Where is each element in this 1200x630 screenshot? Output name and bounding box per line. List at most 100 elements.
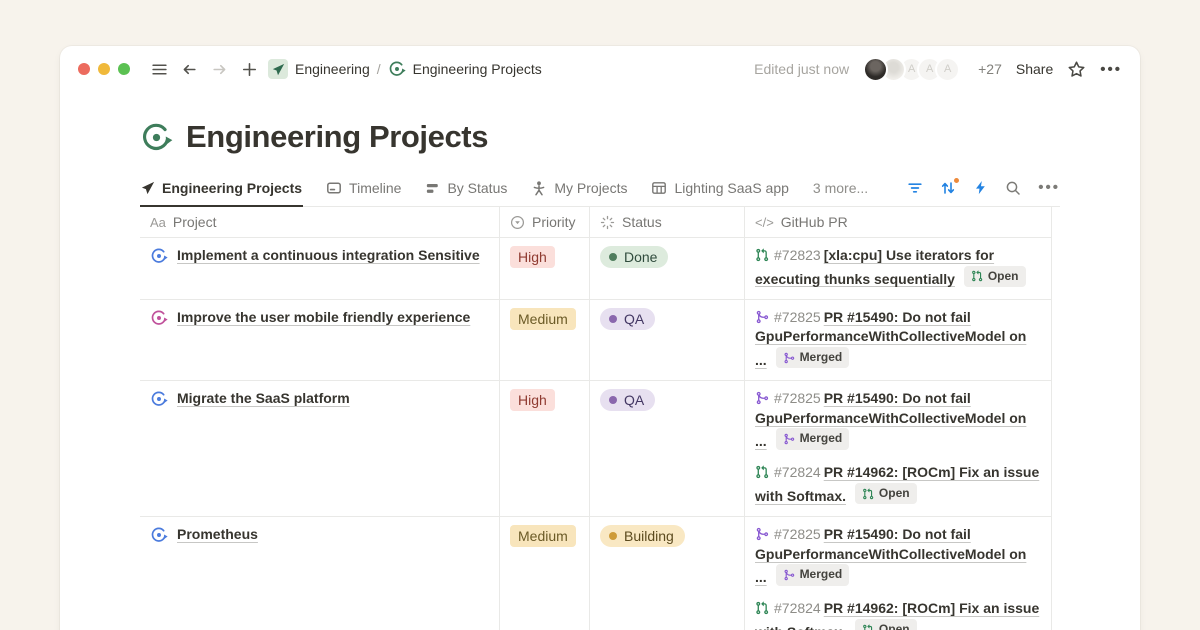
column-header-project[interactable]: Aa Project <box>140 207 500 237</box>
priority-pill[interactable]: High <box>510 389 555 411</box>
pull-request-open-icon <box>755 465 769 479</box>
status-cell[interactable]: QA <box>590 381 745 516</box>
tab-label: By Status <box>447 180 507 196</box>
traffic-light-close[interactable] <box>78 63 90 75</box>
table-row: Prometheus Medium Building #72825PR #154… <box>140 517 1052 630</box>
pr-state-badge: Open <box>855 619 917 630</box>
record-icon <box>150 526 168 544</box>
git-merge-icon <box>755 391 769 405</box>
record-icon <box>150 309 168 327</box>
column-header-github-pr[interactable]: </> GitHub PR <box>745 207 1052 237</box>
forward-icon[interactable] <box>211 61 228 78</box>
status-pill[interactable]: Done <box>600 246 668 268</box>
person-icon <box>531 180 547 196</box>
tab-engineering-projects[interactable]: Engineering Projects <box>140 175 303 207</box>
breadcrumb-teamspace[interactable]: Engineering <box>295 61 370 77</box>
status-pill[interactable]: QA <box>600 308 655 330</box>
avatar[interactable]: A <box>935 57 960 82</box>
git-merge-icon <box>755 527 769 541</box>
view-more-icon[interactable]: ••• <box>1038 179 1060 196</box>
record-icon <box>150 247 168 265</box>
search-icon[interactable] <box>1005 180 1021 196</box>
pull-request-open-icon <box>862 488 874 500</box>
database-record-icon <box>140 121 173 154</box>
project-link[interactable]: Implement a continuous integration Sensi… <box>177 246 480 265</box>
github-pr-cell[interactable]: #72825PR #15490: Do not fail GpuPerforma… <box>745 517 1052 630</box>
status-cell[interactable]: Done <box>590 238 745 299</box>
edited-status: Edited just now <box>754 61 849 77</box>
status-dot <box>609 532 617 540</box>
project-cell[interactable]: Prometheus <box>140 517 500 630</box>
priority-pill[interactable]: High <box>510 246 555 268</box>
pr-number: #72825 <box>774 309 821 325</box>
dart-icon <box>141 181 155 195</box>
pr-entry: #72824PR #14962: [ROCm] Fix an issue wit… <box>755 463 1041 506</box>
pr-state-label: Merged <box>800 348 843 368</box>
project-cell[interactable]: Improve the user mobile friendly experie… <box>140 300 500 380</box>
breadcrumb-page[interactable]: Engineering Projects <box>413 61 542 77</box>
column-label: Status <box>622 214 662 230</box>
back-icon[interactable] <box>181 61 198 78</box>
status-cell[interactable]: Building <box>590 517 745 630</box>
pull-request-open-icon <box>755 248 769 262</box>
priority-cell[interactable]: Medium <box>500 300 590 380</box>
git-merge-icon <box>783 569 795 581</box>
record-icon <box>150 390 168 408</box>
avatar[interactable] <box>863 57 888 82</box>
tab-by-status[interactable]: By Status <box>424 175 508 207</box>
priority-pill[interactable]: Medium <box>510 525 576 547</box>
sort-notification-dot <box>953 177 960 184</box>
status-label: QA <box>624 391 644 409</box>
github-pr-cell[interactable]: #72825PR #15490: Do not fail GpuPerforma… <box>745 381 1052 516</box>
sidebar-menu-icon[interactable] <box>151 61 168 78</box>
timeline-view-icon <box>326 180 342 196</box>
tab-label: Engineering Projects <box>162 180 302 196</box>
status-cell[interactable]: QA <box>590 300 745 380</box>
status-pill[interactable]: QA <box>600 389 655 411</box>
priority-pill[interactable]: Medium <box>510 308 576 330</box>
favorite-star-icon[interactable] <box>1067 60 1086 79</box>
project-link[interactable]: Prometheus <box>177 525 258 544</box>
git-merge-icon <box>755 310 769 324</box>
share-button[interactable]: Share <box>1016 61 1053 77</box>
tab-label: 3 more... <box>813 180 868 196</box>
traffic-light-zoom[interactable] <box>118 63 130 75</box>
page-title[interactable]: Engineering Projects <box>186 119 488 155</box>
priority-cell[interactable]: Medium <box>500 517 590 630</box>
project-link[interactable]: Improve the user mobile friendly experie… <box>177 308 470 327</box>
topbar-actions: Edited just now A A A +27 Share ••• <box>754 57 1122 82</box>
teamspace-dart-icon[interactable] <box>268 59 288 79</box>
filter-icon[interactable] <box>907 180 923 196</box>
automation-bolt-icon[interactable] <box>973 180 988 195</box>
status-label: Done <box>624 248 657 266</box>
project-cell[interactable]: Migrate the SaaS platform <box>140 381 500 516</box>
tab-timeline[interactable]: Timeline <box>325 175 402 207</box>
priority-cell[interactable]: High <box>500 381 590 516</box>
status-pill[interactable]: Building <box>600 525 685 547</box>
status-dot <box>609 396 617 404</box>
column-header-status[interactable]: Status <box>590 207 745 237</box>
more-options-icon[interactable]: ••• <box>1100 61 1122 78</box>
project-link[interactable]: Migrate the SaaS platform <box>177 389 350 408</box>
pr-state-label: Open <box>988 267 1019 287</box>
view-tabs: Engineering Projects Timeline By Status … <box>140 175 1060 207</box>
github-pr-cell[interactable]: #72825PR #15490: Do not fail GpuPerforma… <box>745 300 1052 380</box>
priority-cell[interactable]: High <box>500 238 590 299</box>
column-header-priority[interactable]: Priority <box>500 207 590 237</box>
new-page-icon[interactable] <box>241 61 258 78</box>
pr-entry: #72825PR #15490: Do not fail GpuPerforma… <box>755 525 1041 587</box>
traffic-light-minimize[interactable] <box>98 63 110 75</box>
table-row: Migrate the SaaS platform High QA #72825… <box>140 381 1052 517</box>
project-cell[interactable]: Implement a continuous integration Sensi… <box>140 238 500 299</box>
sort-icon[interactable] <box>940 180 956 196</box>
breadcrumb-separator: / <box>377 61 381 77</box>
tab-lighting-saas-app[interactable]: Lighting SaaS app <box>650 175 789 207</box>
app-window: Engineering / Engineering Projects Edite… <box>60 46 1140 630</box>
tab-my-projects[interactable]: My Projects <box>530 175 628 207</box>
github-pr-cell[interactable]: #72823[xla:cpu] Use iterators for execut… <box>745 238 1052 299</box>
tab-more-views[interactable]: 3 more... <box>812 175 869 207</box>
avatar-stack[interactable]: A A A <box>863 57 960 82</box>
column-label: GitHub PR <box>781 214 848 230</box>
pr-entry: #72825PR #15490: Do not fail GpuPerforma… <box>755 389 1041 451</box>
git-merge-icon <box>783 352 795 364</box>
